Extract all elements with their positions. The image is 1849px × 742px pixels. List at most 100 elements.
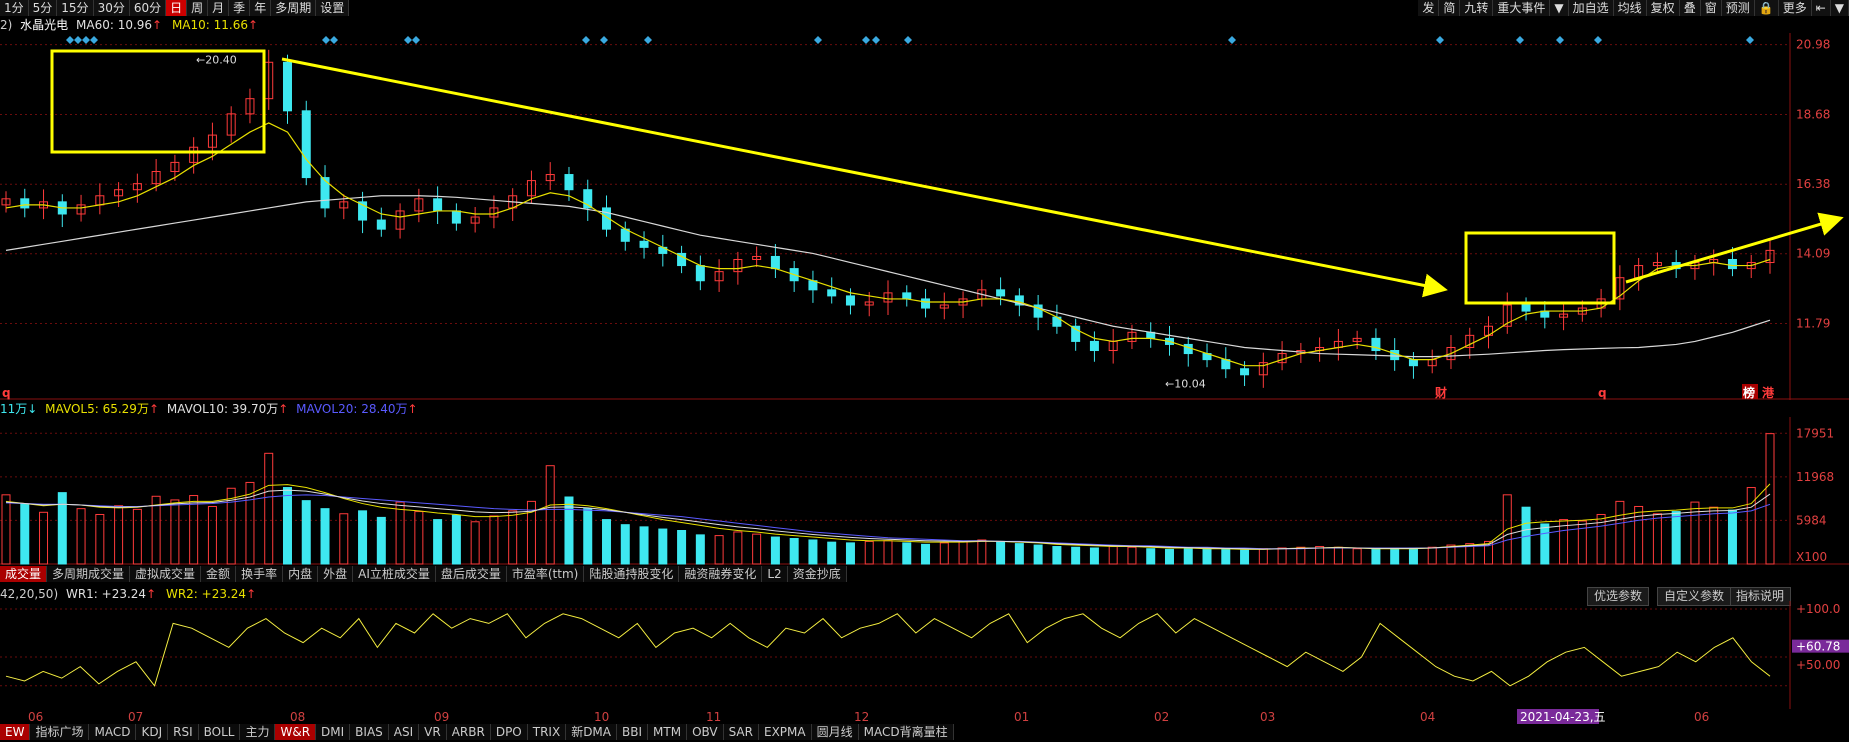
indicator-tab[interactable]: SAR [723, 724, 759, 740]
volume-bar [883, 540, 893, 565]
indicator-tab[interactable]: BOLL [198, 724, 241, 740]
volume-bar [977, 539, 987, 565]
volume-bar [1183, 547, 1193, 565]
volume-bar [1146, 548, 1156, 565]
tool-button[interactable]: 更多 [1778, 0, 1812, 16]
tool-button[interactable]: 重大事件 [1493, 0, 1551, 16]
candle-body [1089, 340, 1099, 352]
volume-bar [1315, 546, 1325, 565]
tool-button[interactable]: 均线 [1613, 0, 1647, 16]
volume-tab[interactable]: 融资融券变化 [679, 566, 763, 582]
volume-tab[interactable]: 内盘 [283, 566, 319, 582]
month-label: 12 [854, 710, 869, 724]
volume-chart[interactable]: 17951 11968 5984 X100 [0, 417, 1849, 565]
period-toolbar: 1分 5分 15分 30分 60分日周月季年多周期 设置 [0, 0, 350, 17]
volume-tab[interactable]: 市盈率(ttm) [506, 566, 585, 582]
period-button[interactable]: 多周期 [271, 0, 317, 16]
candle-body [695, 265, 705, 282]
indicator-tab[interactable]: DMI [316, 724, 351, 740]
indicator-tab[interactable]: MACD背离量柱 [858, 724, 954, 740]
month-label: 08 [290, 710, 305, 724]
period-button[interactable]: 60分 [129, 0, 167, 16]
indicator-tab[interactable]: KDJ [136, 724, 169, 740]
indicator-tab[interactable]: BBI [617, 724, 649, 740]
volume-bar [695, 534, 705, 565]
indicator-tab[interactable]: MACD [89, 724, 137, 740]
period-button[interactable]: 30分 [93, 0, 130, 16]
volume-tab[interactable]: 成交量 [0, 566, 48, 582]
volume-bar [733, 531, 743, 565]
volume-bar [1652, 513, 1662, 565]
tool-button[interactable]: 复权 [1646, 0, 1680, 16]
volume-bar [1108, 546, 1118, 565]
tool-button[interactable]: 🔒 [1754, 0, 1779, 16]
indicator-tab[interactable]: ASI [388, 724, 420, 740]
indicator-tab[interactable]: EW [0, 724, 31, 740]
tool-button[interactable]: 窗 [1700, 0, 1722, 16]
wr-chart[interactable]: +100.0 +60.78 +50.00 [0, 601, 1849, 709]
tool-button[interactable]: ▼ [1830, 0, 1849, 16]
indicator-tab[interactable]: 圆月线 [811, 724, 859, 740]
up-arrow-icon: ↑ [246, 587, 257, 601]
volume-tab[interactable]: 虚拟成交量 [130, 566, 202, 582]
tool-button[interactable]: 加自选 [1568, 0, 1614, 16]
candle-body [1071, 325, 1081, 342]
wr-tick-label: +50.00 [1796, 658, 1840, 672]
price-chart[interactable]: 20.98 18.68 16.38 14.09 11.79 ←20.40 ←10.04 q 财 q… [0, 33, 1849, 400]
volume-bar [1746, 487, 1756, 565]
volume-tab[interactable]: L2 [762, 566, 788, 582]
indicator-tab[interactable]: MTM [648, 724, 688, 740]
volume-tab[interactable]: 盘后成交量 [435, 566, 507, 582]
indicator-tab[interactable]: ARBR [446, 724, 491, 740]
volume-tab[interactable]: 金额 [201, 566, 237, 582]
up-arrow-icon: ↑ [247, 18, 259, 32]
volume-bar [1033, 544, 1043, 565]
tool-button[interactable]: 九转 [1460, 0, 1494, 16]
volume-tab[interactable]: 换手率 [236, 566, 284, 582]
volume-tab[interactable]: AI立桩成交量 [353, 566, 436, 582]
volume-tab[interactable]: 资金抄底 [787, 566, 847, 582]
tool-button[interactable]: 简 [1439, 0, 1461, 16]
tool-button[interactable]: 发 [1418, 0, 1440, 16]
volume-tab[interactable]: 多周期成交量 [47, 566, 131, 582]
period-button[interactable]: 1分 [0, 0, 29, 16]
indicator-tab[interactable]: BIAS [350, 724, 389, 740]
price-tick-label: 11.79 [1796, 317, 1830, 331]
period-button[interactable]: 周 [187, 0, 209, 16]
period-button[interactable]: 季 [229, 0, 251, 16]
volume-bar [508, 510, 518, 565]
candle-body [770, 255, 780, 270]
period-button[interactable]: 5分 [28, 0, 58, 16]
indicator-tab[interactable]: EXPMA [758, 724, 812, 740]
mavol10-legend: MAVOL10: 39.70万 [166, 402, 279, 416]
candle-body [564, 174, 574, 191]
tool-button[interactable]: ⇤ [1811, 0, 1831, 16]
indicator-tab[interactable]: OBV [687, 724, 724, 740]
volume-bar [470, 521, 480, 565]
tool-button[interactable]: ▼ [1550, 0, 1569, 16]
tool-button[interactable]: 叠 [1679, 0, 1701, 16]
indicator-tab[interactable]: 指标广场 [30, 724, 90, 740]
indicator-tab[interactable]: 新DMA [566, 724, 617, 740]
volume-bar [395, 501, 405, 565]
tool-button[interactable]: 预测 [1721, 0, 1755, 16]
indicator-tab[interactable]: DPO [490, 724, 528, 740]
legend-prefix: 2) [0, 18, 13, 32]
candle-body [902, 292, 912, 300]
period-button[interactable]: 年 [250, 0, 272, 16]
indicator-tab[interactable]: VR [419, 724, 447, 740]
indicator-tab[interactable]: RSI [168, 724, 199, 740]
period-button[interactable]: 日 [166, 0, 188, 16]
indicator-tab[interactable]: 主力 [240, 724, 276, 740]
indicator-tab[interactable]: TRIX [527, 724, 567, 740]
month-label: 11 [706, 710, 721, 724]
wr-current-label: +60.78 [1796, 640, 1840, 654]
volume-bar [1408, 547, 1418, 565]
period-button[interactable]: 月 [208, 0, 230, 16]
volume-tab[interactable]: 外盘 [318, 566, 354, 582]
indicator-tab[interactable]: W&R [275, 724, 317, 740]
volume-tab[interactable]: 陆股通持股变化 [584, 566, 680, 582]
period-button[interactable]: 15分 [57, 0, 94, 16]
wr1-legend: WR1: +23.24 [65, 587, 147, 601]
period-button[interactable]: 设置 [316, 0, 350, 16]
